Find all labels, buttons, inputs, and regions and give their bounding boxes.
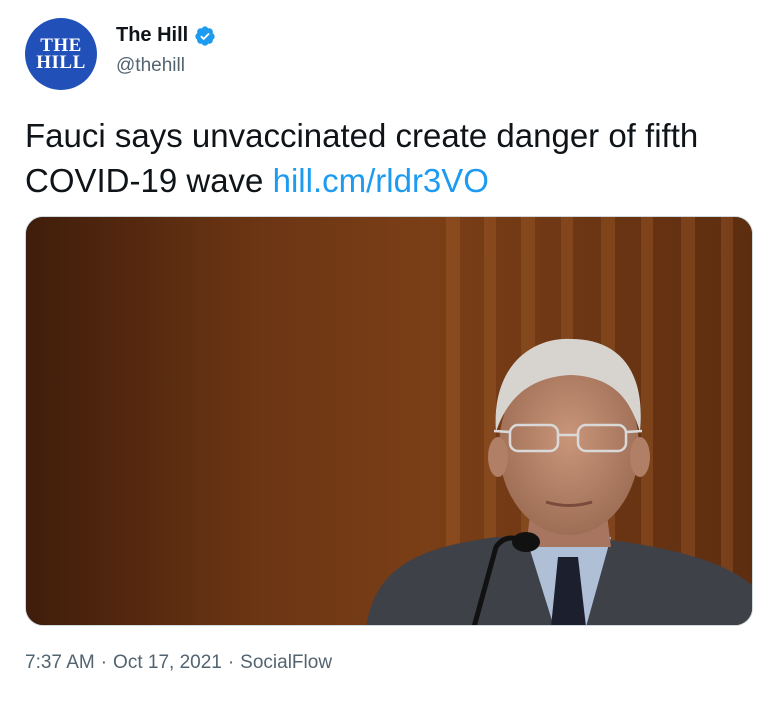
tweet-source[interactable]: SocialFlow <box>240 652 332 674</box>
author-info: The Hill @thehill <box>116 24 216 77</box>
tweet-card: THE HILL The Hill @thehill Fauci says un… <box>0 0 779 705</box>
display-name[interactable]: The Hill <box>116 24 188 47</box>
tweet-date[interactable]: Oct 17, 2021 <box>113 652 222 674</box>
tweet-link[interactable]: hill.cm/rldr3VO <box>273 162 489 199</box>
photo-illustration <box>26 217 752 625</box>
meta-separator: · <box>100 652 108 673</box>
verified-badge-icon <box>194 25 216 47</box>
avatar[interactable]: THE HILL <box>25 18 97 90</box>
avatar-text-line2: HILL <box>36 52 86 73</box>
tweet-text: Fauci says unvaccinated create danger of… <box>25 113 755 203</box>
name-row: The Hill <box>116 24 216 47</box>
tweet-media-photo[interactable] <box>25 216 753 626</box>
tweet-meta: 7:37 AM · Oct 17, 2021 · SocialFlow <box>25 652 332 674</box>
meta-separator: · <box>227 652 235 673</box>
handle[interactable]: @thehill <box>116 55 216 77</box>
tweet-time[interactable]: 7:37 AM <box>25 652 95 674</box>
